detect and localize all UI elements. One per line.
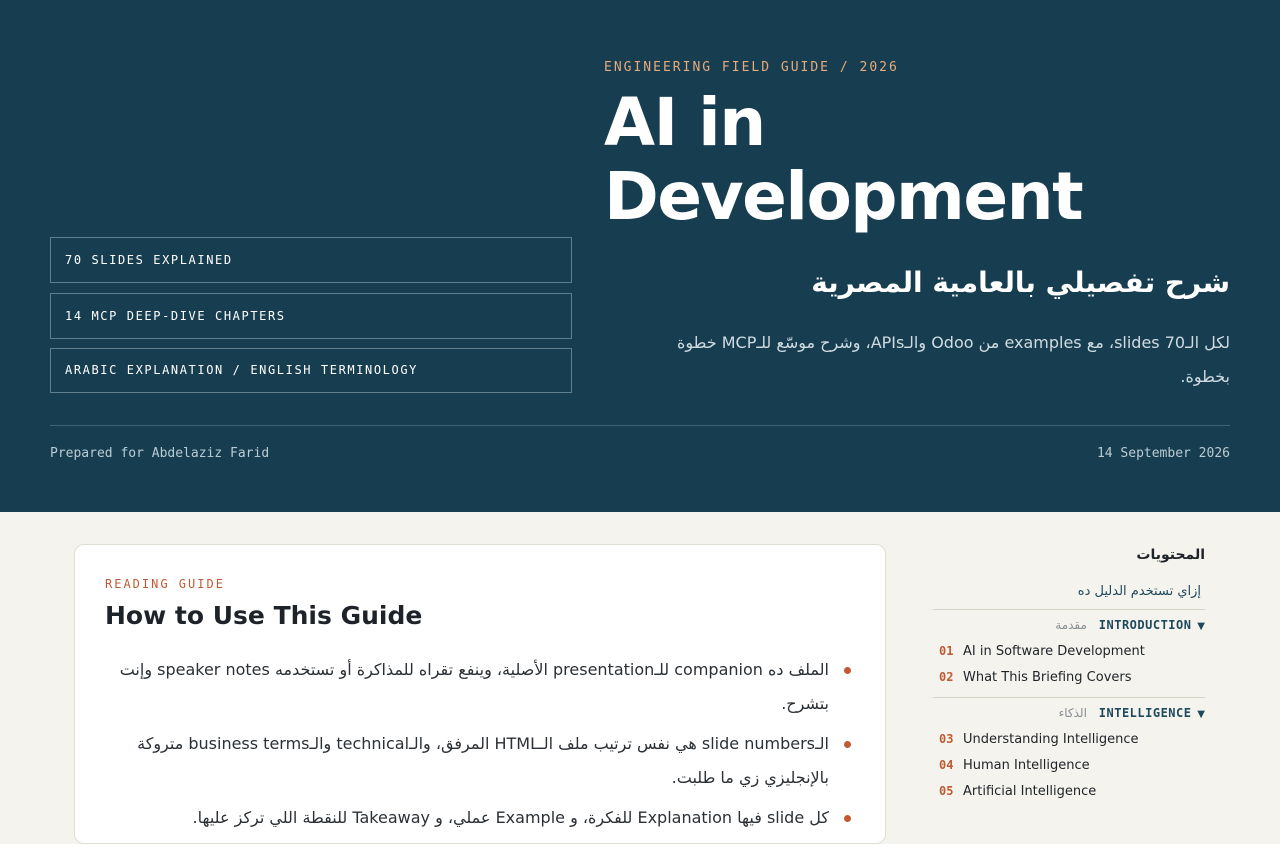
bullet-dot-icon <box>844 667 851 674</box>
toc-item-number: 01 <box>939 644 954 658</box>
section-label-ar: مقدمة <box>1055 618 1087 632</box>
stat-slides-explained: 70 SLIDES EXPLAINED <box>50 237 572 283</box>
toc-link-how-to-use[interactable]: إزاي تستخدم الدليل ده <box>1078 584 1201 599</box>
toc-section-introduction[interactable]: مقدمة INTRODUCTION ▼ <box>1055 618 1205 632</box>
toc-item-title: AI in Software Development <box>963 644 1145 659</box>
section-label-en: INTRODUCTION <box>1098 618 1192 632</box>
list-item: الـslide numbers هي نفس ترتيب ملف الـHTM… <box>105 727 857 795</box>
card-title: How to Use This Guide <box>105 601 423 630</box>
toc-item-02[interactable]: 02 What This Briefing Covers <box>933 670 1132 685</box>
toc-item-title: Artificial Intelligence <box>963 784 1097 799</box>
hero-banner: ENGINEERING FIELD GUIDE / 2026 AI in Dev… <box>0 0 1280 512</box>
toc-heading: المحتويات <box>1136 547 1205 563</box>
card-eyebrow: READING GUIDE <box>105 577 225 591</box>
toc-item-01[interactable]: 01 AI in Software Development <box>933 644 1145 659</box>
toc-item-03[interactable]: 03 Understanding Intelligence <box>933 732 1139 747</box>
toc-item-number: 05 <box>939 784 954 798</box>
toc-item-title: What This Briefing Covers <box>963 670 1132 685</box>
bullet-text: الـslide numbers هي نفس ترتيب ملف الـHTM… <box>137 734 829 787</box>
bullet-dot-icon <box>844 815 851 822</box>
chevron-down-icon: ▼ <box>1197 621 1205 632</box>
guide-bullet-list: الملف ده companion للـpresentation الأصل… <box>105 653 857 841</box>
list-item: كل slide فيها Explanation للفكرة، و Exam… <box>105 801 857 835</box>
toc-item-title: Understanding Intelligence <box>963 732 1139 747</box>
bullet-text: الملف ده companion للـpresentation الأصل… <box>119 660 829 713</box>
list-item: الملف ده companion للـpresentation الأصل… <box>105 653 857 721</box>
toc-divider <box>933 697 1205 698</box>
page-title: AI in Development <box>604 84 1084 235</box>
chevron-down-icon: ▼ <box>1197 709 1205 720</box>
toc-section-intelligence[interactable]: الذكاء INTELLIGENCE ▼ <box>1059 706 1205 720</box>
reading-guide-card: READING GUIDE How to Use This Guide المل… <box>74 544 886 844</box>
toc-item-number: 02 <box>939 670 954 684</box>
bullet-text: كل slide فيها Explanation للفكرة، و Exam… <box>192 808 829 827</box>
stat-mcp-chapters: 14 MCP DEEP-DIVE CHAPTERS <box>50 293 572 339</box>
toc-item-number: 03 <box>939 732 954 746</box>
prepared-for: Prepared for Abdelaziz Farid <box>50 446 270 461</box>
stat-language-note: ARABIC EXPLANATION / ENGLISH TERMINOLOGY <box>50 348 572 393</box>
toc-divider <box>933 609 1205 610</box>
toc-item-number: 04 <box>939 758 954 772</box>
hero-eyebrow: ENGINEERING FIELD GUIDE / 2026 <box>604 60 899 75</box>
hero-divider <box>50 425 1230 426</box>
hero-description: لكل الـ70 slides، مع examples من Odoo وا… <box>677 333 1230 386</box>
hero-subtitle: شرح تفصيلي بالعامية المصرية <box>811 266 1230 299</box>
section-label-en: INTELLIGENCE <box>1098 706 1192 720</box>
publish-date: 14 September 2026 <box>1096 446 1230 461</box>
toc-item-05[interactable]: 05 Artificial Intelligence <box>933 784 1096 799</box>
toc-item-04[interactable]: 04 Human Intelligence <box>933 758 1090 773</box>
toc-item-title: Human Intelligence <box>963 758 1090 773</box>
section-label-ar: الذكاء <box>1058 706 1087 720</box>
bullet-dot-icon <box>844 741 851 748</box>
